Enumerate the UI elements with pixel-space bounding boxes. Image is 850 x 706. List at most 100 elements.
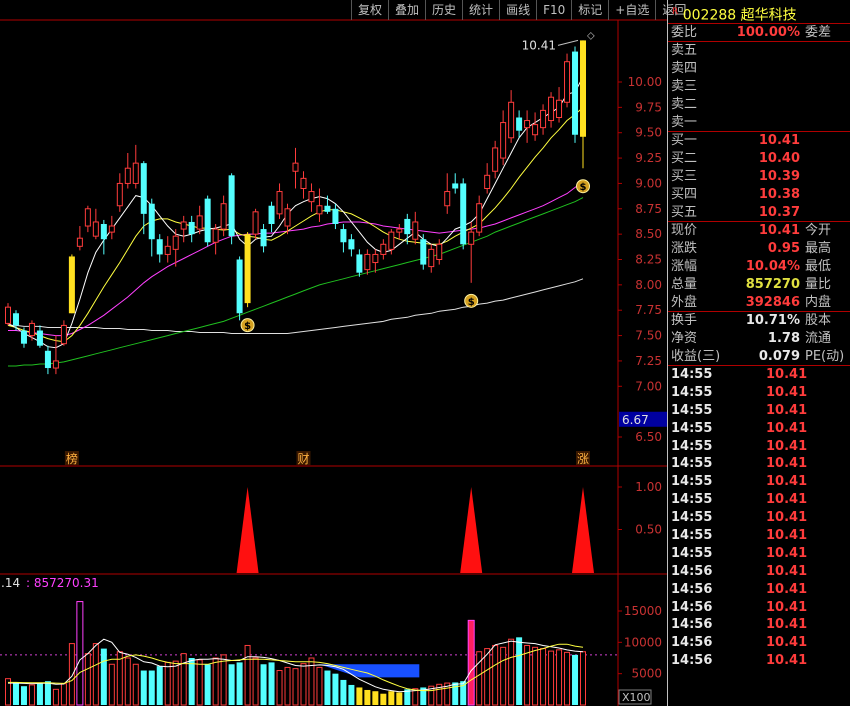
moving-averages [7,76,584,367]
candle [308,183,315,212]
quote-panel: R 002288 超华科技 委比 100.00% 委差 卖五 卖四 卖三 卖二 … [667,0,850,706]
price-tick-label: 8.75 [635,202,662,216]
candle [580,40,586,169]
toolbar-history-button[interactable]: 历史 [425,0,462,20]
candle-body [108,225,115,233]
volume-bar [244,644,251,706]
ma5-line [7,76,584,349]
candle [316,188,323,222]
tick-time: 14:55 [671,402,713,418]
candle [236,256,243,321]
tick-time: 14:56 [671,563,713,579]
volume-bar [532,646,539,706]
bid-label: 买二 [671,151,698,166]
ask-row: 卖二 [668,96,850,114]
volume-bar [236,662,243,705]
tick-row: 14:55 10.41 [668,402,850,420]
bid-price: 10.37 [758,205,800,220]
price-tick-label: 7.25 [635,354,662,368]
price-cursor-label: 6.67 [622,413,649,427]
candle-body [372,253,379,264]
tick-time: 14:56 [671,617,713,633]
candle [156,234,163,263]
stat-label: 外盘 [671,295,698,310]
candle-body [276,191,283,215]
candle-body [60,324,67,345]
candle-body [44,350,51,369]
candle-body [380,243,387,255]
candle [148,198,155,257]
stat-label: 总量 [671,277,698,292]
candle-body [132,162,139,184]
candle-body [356,254,363,273]
candle-body [268,205,275,224]
tick-list[interactable]: 14:55 10.41 14:55 10.41 14:55 10.41 14:55 10.41… [668,366,850,670]
candle [508,90,515,143]
stat-row: 总量 857270 量比 [668,276,850,294]
ask-row: 卖五 [668,42,850,60]
volume-bar [516,637,523,705]
volume-bar [380,693,387,705]
candle-body [420,239,427,265]
candle-body [292,162,299,172]
toolbar-add-watchlist-button[interactable]: +自选 [608,0,655,20]
tick-row: 14:56 10.41 [668,599,850,617]
volume-bar [396,692,403,705]
volume-bar [276,670,283,706]
volume-bar [92,643,99,706]
toolbar-f10-button[interactable]: F10 [536,0,571,20]
candle-body [148,203,155,240]
order-ratio-value: 100.00% [736,25,800,40]
volume-bar-highlight [467,619,475,706]
tick-price: 10.41 [766,492,808,508]
candle-body [452,183,459,189]
tick-price: 10.41 [766,653,808,669]
tick-price: 10.41 [766,545,808,561]
toolbar-draw-line-button[interactable]: 画线 [499,0,536,20]
toolbar-statistics-button[interactable]: 统计 [462,0,499,20]
candle [124,153,131,189]
event-marker-label: 涨 [577,451,589,466]
candle-body [500,122,507,159]
volume-bar [364,689,371,705]
tick-price: 10.41 [766,510,808,526]
volume-bar [60,683,67,706]
candle [180,215,187,243]
toolbar-restore-rights-button[interactable]: 复权 [351,0,388,20]
kline-chart-area[interactable]: 10.00 9.75 9.50 9.25 9.00 8.75 8.50 8.25 8.00 7.7… [0,0,667,706]
candle-body [308,191,315,203]
candle-body [284,208,291,227]
volume-bar [28,684,35,706]
bid-price: 10.39 [758,169,800,184]
toolbar-overlay-button[interactable]: 叠加 [388,0,425,20]
candle [556,87,563,123]
money-bag-icon: $ [240,318,255,333]
event-marker: 财 [296,451,311,466]
volume-bar [12,682,19,705]
volume-header-prefix: .14 [1,576,20,590]
volume-bar [300,663,307,706]
candle [436,239,443,265]
toolbar-mark-button[interactable]: 标记 [571,0,608,20]
candle-body [92,221,99,237]
ask-book: 卖五 卖四 卖三 卖二 卖一 [668,42,850,132]
volume-bar [204,664,211,705]
candle-body [252,211,259,235]
candle-body [492,147,499,172]
tick-row: 14:55 10.41 [668,420,850,438]
ask-label: 卖三 [671,79,698,94]
tick-price: 10.41 [766,563,808,579]
candle [532,112,539,141]
candle-body [316,205,323,215]
volume-bar [156,666,163,705]
bid-book: 买一 10.41 买二 10.40 买三 10.39 买四 10.38 买五 10.37 [668,132,850,222]
candle-body [460,183,467,245]
volume-bar [508,638,515,706]
candle [516,110,523,138]
volume-bar [564,651,571,706]
money-bag-symbol: $ [580,182,587,193]
indicator-spike [460,487,483,573]
bid-row: 买一 10.41 [668,132,850,150]
indicator-tick-label: 0.50 [635,523,662,537]
candle-body [20,330,27,344]
